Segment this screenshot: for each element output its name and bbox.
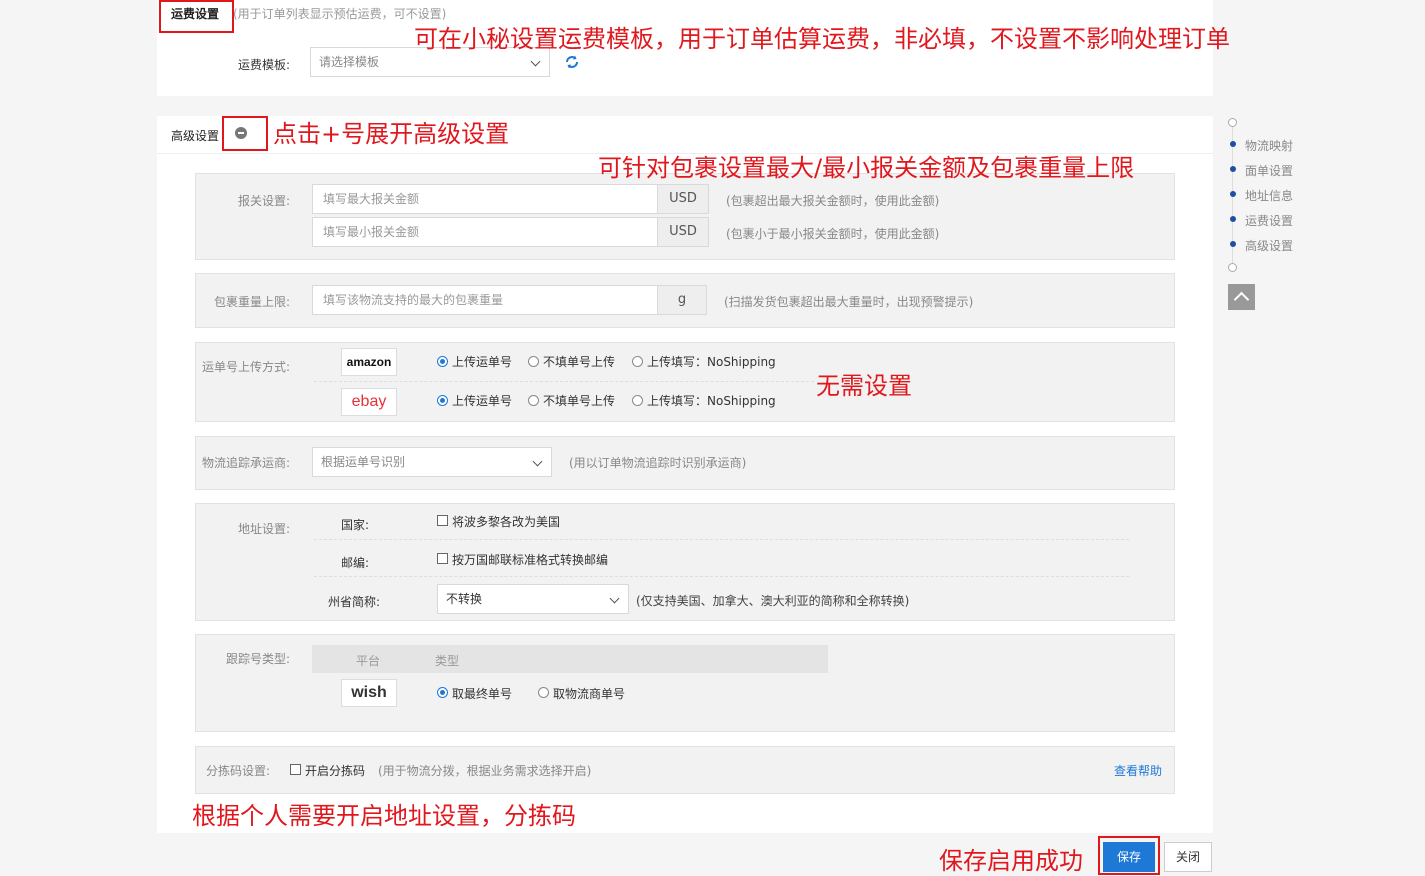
carrier-hint: (用以订单物流追踪时识别承运商) [569,456,747,470]
min-customs-hint: (包裹小于最小报关金额时，使用此金额) [726,227,940,241]
max-currency-addon: USD [657,184,709,214]
side-nav-dot [1230,166,1236,172]
address-divider-2 [314,576,1129,577]
ebay-radio-noshipping[interactable] [632,395,643,406]
side-nav-dot [1230,216,1236,222]
tracking-radio-carrier[interactable] [538,687,549,698]
amazon-radio-upload[interactable] [437,356,448,367]
amazon-logo: amazon [341,348,397,376]
carrier-select[interactable]: 根据运单号识别 [312,447,552,477]
amazon-option-noshipping: 上传填写：NoShipping [647,355,776,369]
tracking-type-section: 跟踪号类型: 平台 类型 wish 取最终单号 取物流商单号 [195,634,1175,732]
country-label: 国家: [341,518,370,532]
ebay-option-upload: 上传运单号 [452,394,513,408]
max-customs-input[interactable]: 填写最大报关金额 [312,184,658,214]
annotation-customs: 可针对包裹设置最大/最小报关金额及包裹重量上限 [598,154,1135,182]
side-nav-end-ring [1228,263,1237,272]
min-currency-addon: USD [657,217,709,247]
weight-input[interactable]: 填写该物流支持的最大的包裹重量 [312,285,658,315]
tracking-radio-final[interactable] [437,687,448,698]
weight-unit-addon: g [657,285,707,315]
sort-code-label: 分拣码设置: [206,764,271,778]
side-nav-dot [1230,141,1236,147]
back-to-top-button[interactable] [1228,284,1255,310]
address-divider-1 [314,539,1129,540]
side-nav: 物流映射 面单设置 地址信息 运费设置 高级设置 [1225,116,1345,316]
chevron-down-icon [532,456,543,467]
weight-label: 包裹重量上限: [214,295,291,309]
expand-toggle-highlight [222,116,268,151]
amazon-radio-noshipping[interactable] [632,356,643,367]
upload-divider [314,381,814,382]
annotation-upload: 无需设置 [816,372,912,400]
amazon-option-upload: 上传运单号 [452,355,513,369]
chevron-up-icon [1233,291,1250,308]
freight-template-label: 运费模板: [238,58,291,72]
tracking-type-header: 平台 类型 [312,645,828,673]
country-option: 将波多黎各改为美国 [452,515,561,529]
side-nav-start-ring [1228,118,1237,127]
state-select[interactable]: 不转换 [437,584,629,614]
tracking-option-final: 取最终单号 [452,687,513,701]
chevron-down-icon [609,593,620,604]
address-section: 地址设置: 国家: 将波多黎各改为美国 邮编: 按万国邮联标准格式转换邮编 州省… [195,503,1175,621]
min-customs-input[interactable]: 填写最小报关金额 [312,217,658,247]
zip-label: 邮编: [341,556,370,570]
column-type: 类型 [435,654,460,668]
upload-method-section: 运单号上传方式: amazon 上传运单号 不填单号上传 上传填写：NoShip… [195,342,1175,422]
side-nav-dot [1230,191,1236,197]
state-select-value: 不转换 [446,592,483,606]
tracking-type-label: 跟踪号类型: [226,652,291,666]
side-nav-item-label[interactable]: 面单设置 [1245,162,1293,179]
annotation-expand: 点击+号展开高级设置 [273,120,510,148]
ebay-option-noshipping: 上传填写：NoShipping [647,394,776,408]
weight-hint: (扫描发货包裹超出最大重量时，出现预警提示) [724,295,974,309]
carrier-select-value: 根据运单号识别 [321,455,406,469]
refresh-icon[interactable] [564,54,580,70]
ebay-logo: ebay [341,388,397,416]
carrier-label: 物流追踪承运商: [202,456,291,470]
sort-code-option: 开启分拣码 [305,764,366,778]
ebay-radio-upload[interactable] [437,395,448,406]
side-nav-item-advanced[interactable]: 高级设置 [1245,237,1293,254]
side-nav-dot [1230,241,1236,247]
carrier-section: 物流追踪承运商: 根据运单号识别 (用以订单物流追踪时识别承运商) [195,436,1175,490]
zip-option: 按万国邮联标准格式转换邮编 [452,553,609,567]
amazon-radio-noupload[interactable] [528,356,539,367]
save-button-highlight [1098,836,1160,875]
close-button[interactable]: 关闭 [1164,842,1212,872]
customs-label: 报关设置: [238,194,291,208]
weight-section: 包裹重量上限: 填写该物流支持的最大的包裹重量 g (扫描发货包裹超出最大重量时… [195,273,1175,328]
wish-logo: wish [341,679,397,707]
sort-code-checkbox[interactable] [290,764,301,775]
annotation-freight: 可在小秘设置运费模板，用于订单估算运费，非必填，不设置不影响处理订单 [414,25,1230,53]
zip-checkbox[interactable] [437,553,448,564]
max-customs-hint: (包裹超出最大报关金额时，使用此金额) [726,194,940,208]
customs-section: 报关设置: 填写最大报关金额 USD (包裹超出最大报关金额时，使用此金额) 填… [195,173,1175,260]
upload-method-label: 运单号上传方式: [202,360,291,374]
freight-template-placeholder: 请选择模板 [319,55,380,69]
side-nav-item-address[interactable]: 地址信息 [1245,187,1293,204]
country-checkbox[interactable] [437,515,448,526]
sort-code-hint: (用于物流分拨，根据业务需求选择开启) [378,764,592,778]
state-label: 州省简称: [328,595,381,609]
column-platform: 平台 [356,654,381,668]
side-nav-item-mapping[interactable]: 物流映射 [1245,137,1293,154]
freight-title-highlight [159,0,234,33]
ebay-option-noupload: 不填单号上传 [543,394,616,408]
sort-code-section: 分拣码设置: 开启分拣码 (用于物流分拨，根据业务需求选择开启) 查看帮助 [195,746,1175,794]
address-label: 地址设置: [238,522,291,536]
annotation-address: 根据个人需要开启地址设置，分拣码 [192,802,576,830]
amazon-option-noupload: 不填单号上传 [543,355,616,369]
annotation-save: 保存启用成功 [939,847,1083,875]
chevron-down-icon [530,56,541,67]
tracking-option-carrier: 取物流商单号 [553,687,626,701]
side-nav-item-freight[interactable]: 运费设置 [1245,212,1293,229]
state-hint: (仅支持美国、加拿大、澳大利亚的简称和全称转换) [636,594,910,608]
ebay-radio-noupload[interactable] [528,395,539,406]
help-link[interactable]: 查看帮助 [1114,762,1162,779]
advanced-title: 高级设置 [171,129,220,143]
